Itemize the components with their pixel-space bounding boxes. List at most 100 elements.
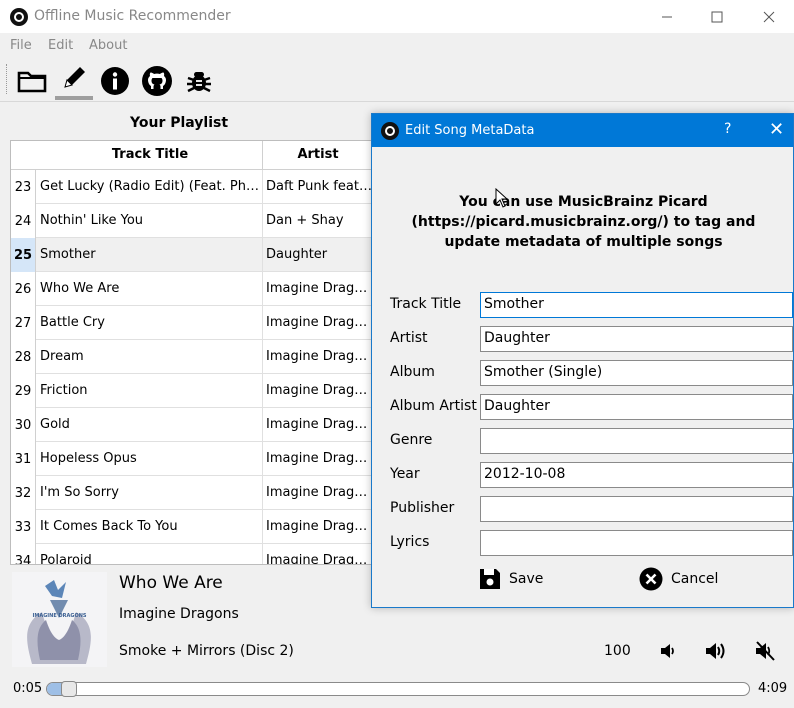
- dialog-help-button[interactable]: ?: [724, 121, 731, 137]
- column-divider: [262, 544, 263, 564]
- menu-about[interactable]: About: [89, 38, 127, 53]
- column-divider: [262, 408, 263, 442]
- artist-input[interactable]: Daughter: [480, 326, 793, 352]
- row-number: 28: [11, 340, 36, 374]
- publisher-input[interactable]: [480, 496, 793, 522]
- lyrics-label: Lyrics: [390, 534, 430, 550]
- mute-button[interactable]: [751, 638, 779, 664]
- table-row[interactable]: 31 Hopeless Opus Imagine Dragons: [11, 442, 371, 476]
- seek-handle[interactable]: [61, 681, 77, 697]
- artist-cell: Imagine Dragons: [266, 485, 372, 500]
- table-row[interactable]: 29 Friction Imagine Dragons: [11, 374, 371, 408]
- column-divider: [262, 272, 263, 306]
- cancel-button[interactable]: Cancel: [639, 566, 718, 592]
- artist-cell: Daughter: [266, 247, 328, 262]
- table-header: Track Title Artist: [11, 141, 371, 170]
- track-title-cell: Friction: [40, 383, 88, 398]
- column-header-track-title[interactable]: Track Title: [37, 147, 263, 162]
- row-number: 34: [11, 544, 36, 564]
- table-row[interactable]: 33 It Comes Back To You Imagine Dragons: [11, 510, 371, 544]
- lyrics-input[interactable]: [480, 530, 793, 556]
- track-title-cell: Dream: [40, 349, 84, 364]
- artist-cell: Imagine Dragons: [266, 519, 372, 534]
- menu-edit[interactable]: Edit: [48, 38, 73, 53]
- column-divider: [262, 340, 263, 374]
- album-input[interactable]: Smother (Single): [480, 360, 793, 386]
- artist-cell: Imagine Dragons: [266, 451, 372, 466]
- mouse-cursor-icon: [495, 188, 509, 208]
- genre-input[interactable]: [480, 428, 793, 454]
- album-artist-input[interactable]: Daughter: [480, 394, 793, 420]
- cancel-button-label: Cancel: [671, 571, 719, 587]
- row-number: 25: [11, 238, 36, 272]
- column-header-artist[interactable]: Artist: [263, 147, 371, 162]
- info-icon: [101, 67, 129, 95]
- artist-cell: Imagine Dragons: [266, 315, 372, 330]
- album-artist-label: Album Artist: [390, 398, 477, 414]
- table-row[interactable]: 32 I'm So Sorry Imagine Dragons: [11, 476, 371, 510]
- row-number: 26: [11, 272, 36, 306]
- info-button[interactable]: [96, 62, 134, 100]
- track-title-cell: Hopeless Opus: [40, 451, 137, 466]
- track-title-cell: Who We Are: [40, 281, 120, 296]
- report-bug-button[interactable]: [180, 62, 218, 100]
- column-divider: [262, 306, 263, 340]
- album-cover-art: IMAGINE DRAGONS: [12, 572, 107, 667]
- year-input[interactable]: 2012-10-08: [480, 462, 793, 488]
- playlist-table[interactable]: Track Title Artist 23 Get Lucky (Radio Ed…: [10, 140, 372, 565]
- maximize-icon: [711, 11, 723, 22]
- table-row[interactable]: 23 Get Lucky (Radio Edit) (Feat. Pharrell…: [11, 170, 371, 204]
- maximize-button[interactable]: [694, 0, 740, 33]
- table-row[interactable]: 24 Nothin' Like You Dan + Shay: [11, 204, 371, 238]
- save-button-label: Save: [509, 571, 544, 587]
- column-divider: [262, 374, 263, 408]
- column-divider: [262, 238, 263, 272]
- album-cover-text: IMAGINE DRAGONS: [32, 613, 87, 619]
- edit-metadata-button[interactable]: [55, 62, 93, 100]
- column-divider: [262, 170, 263, 204]
- row-number: 24: [11, 204, 36, 238]
- toolbar-grip[interactable]: [6, 64, 8, 94]
- volume-up-button[interactable]: [702, 638, 730, 664]
- table-row[interactable]: 26 Who We Are Imagine Dragons: [11, 272, 371, 306]
- window-title: Offline Music Recommender: [34, 8, 231, 24]
- track-title-cell: I'm So Sorry: [40, 485, 119, 500]
- volume-down-button[interactable]: [654, 638, 682, 664]
- close-icon: [763, 11, 775, 22]
- open-folder-button[interactable]: [13, 62, 51, 100]
- track-title-cell: Get Lucky (Radio Edit) (Feat. Pharrell W…: [40, 179, 262, 194]
- table-row[interactable]: 27 Battle Cry Imagine Dragons: [11, 306, 371, 340]
- folder-icon: [17, 71, 47, 93]
- app-logo-icon: [10, 8, 28, 26]
- table-row[interactable]: 30 Gold Imagine Dragons: [11, 408, 371, 442]
- track-title-cell: Smother: [40, 247, 96, 262]
- table-row[interactable]: 34 Polaroid Imagine Dragons: [11, 544, 371, 564]
- row-number: 33: [11, 510, 36, 544]
- volume-low-icon: [661, 644, 674, 658]
- total-time: 4:09: [758, 681, 788, 696]
- save-button[interactable]: Save: [479, 566, 543, 592]
- now-playing-album: Smoke + Mirrors (Disc 2): [119, 643, 294, 659]
- table-row[interactable]: 25 Smother Daughter: [11, 238, 371, 272]
- dialog-title: Edit Song MetaData: [405, 123, 535, 138]
- minimize-button[interactable]: [644, 0, 690, 33]
- artist-cell: Imagine Dragons: [266, 349, 372, 364]
- track-title-input[interactable]: Smother: [480, 292, 793, 318]
- edit-pencil-icon: [64, 67, 85, 88]
- volume-high-icon: [706, 643, 725, 659]
- artist-cell: Dan + Shay: [266, 213, 344, 228]
- row-number: 31: [11, 442, 36, 476]
- artist-cell: Imagine Dragons: [266, 417, 372, 432]
- row-number: 23: [11, 170, 36, 204]
- github-icon: [142, 66, 172, 96]
- close-window-button[interactable]: [746, 0, 792, 33]
- dialog-close-button[interactable]: ✕: [769, 119, 784, 140]
- volume-mute-icon: [756, 641, 775, 661]
- row-number: 32: [11, 476, 36, 510]
- menu-file[interactable]: File: [10, 38, 32, 53]
- track-title-cell: Nothin' Like You: [40, 213, 144, 228]
- seek-bar[interactable]: [46, 681, 750, 697]
- github-button[interactable]: [138, 62, 176, 100]
- table-row[interactable]: 28 Dream Imagine Dragons: [11, 340, 371, 374]
- publisher-label: Publisher: [390, 500, 455, 516]
